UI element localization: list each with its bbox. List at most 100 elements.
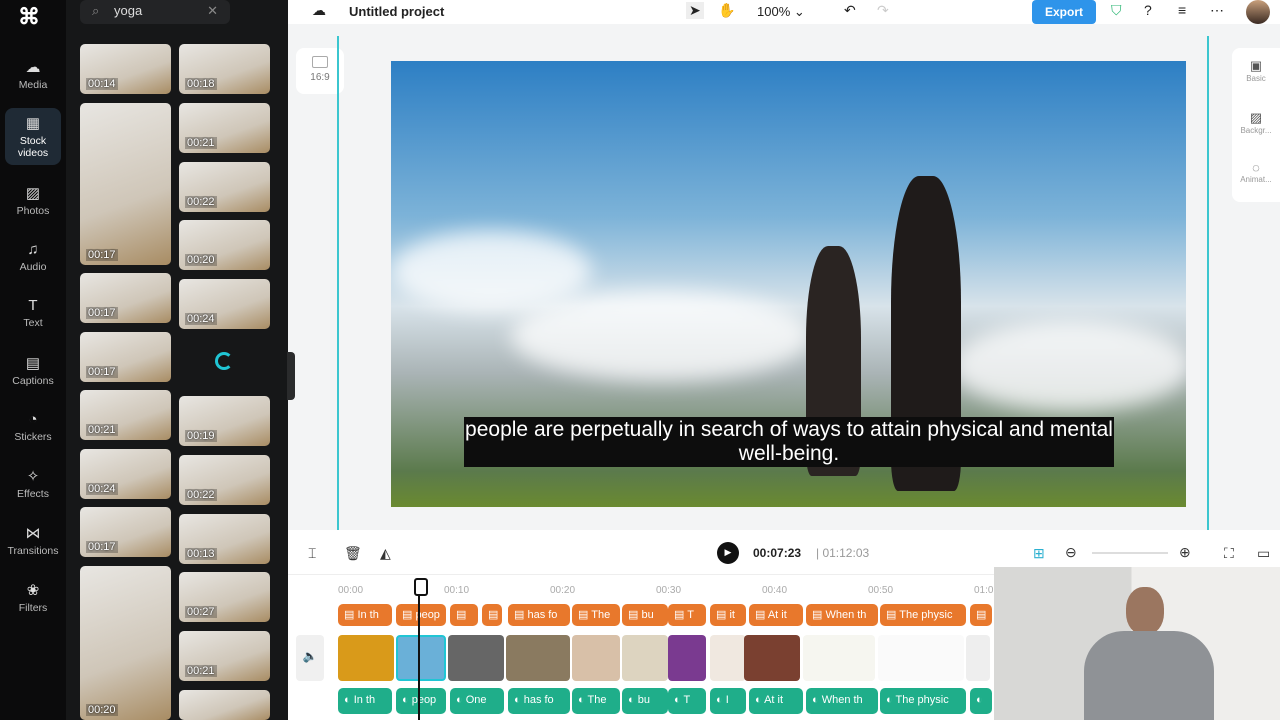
- zoom-slider[interactable]: [1092, 552, 1168, 554]
- zoom-dropdown[interactable]: 100% ⌄: [757, 4, 805, 20]
- caption-clip[interactable]: ▤ bu: [622, 604, 668, 626]
- zoom-out-icon[interactable]: ⊖: [1065, 544, 1077, 561]
- snap-icon[interactable]: ⊞: [1033, 545, 1045, 562]
- video-clip[interactable]: [506, 635, 570, 681]
- video-clip[interactable]: [878, 635, 964, 681]
- caption-clip[interactable]: ▤ In th: [338, 604, 392, 626]
- video-clip[interactable]: [710, 635, 746, 681]
- video-clip[interactable]: [744, 635, 800, 681]
- caption-clip[interactable]: ▤ it: [710, 604, 746, 626]
- fullscreen-icon[interactable]: ⛶: [1224, 545, 1234, 562]
- stock-video-thumbnail[interactable]: 00:13: [179, 514, 270, 564]
- video-clip[interactable]: [448, 635, 504, 681]
- stock-video-thumbnail[interactable]: 00:17: [80, 332, 171, 382]
- stock-video-thumbnail[interactable]: 00:17: [80, 273, 171, 323]
- stock-video-thumbnail[interactable]: [179, 690, 270, 720]
- basic-tab[interactable]: ▣ Basic: [1232, 58, 1280, 83]
- more-icon[interactable]: ⋯: [1210, 2, 1224, 19]
- video-clip[interactable]: [668, 635, 706, 681]
- stock-video-thumbnail[interactable]: 00:21: [179, 631, 270, 681]
- search-input[interactable]: ⌕ yoga ✕: [80, 0, 230, 24]
- zoom-in-icon[interactable]: ⊕: [1179, 544, 1191, 561]
- mute-track-button[interactable]: 🔈: [296, 635, 324, 681]
- preview-icon[interactable]: ▭: [1257, 545, 1270, 562]
- stock-video-thumbnail[interactable]: 00:24: [80, 449, 171, 499]
- audio-clip[interactable]: ◐ In th: [338, 688, 392, 714]
- nav-item-stickers[interactable]: ◔ Stickers: [5, 411, 61, 443]
- caption-clip[interactable]: ▤: [970, 604, 992, 626]
- help-icon[interactable]: ?: [1144, 2, 1152, 18]
- mirror-icon[interactable]: ◭: [380, 545, 391, 562]
- undo-icon[interactable]: ↶: [844, 2, 856, 19]
- caption-clip[interactable]: ▤: [450, 604, 478, 626]
- audio-clip[interactable]: ◐ When th: [806, 688, 878, 714]
- video-clip[interactable]: [572, 635, 620, 681]
- stock-video-thumbnail[interactable]: 00:27: [179, 572, 270, 622]
- audio-clip[interactable]: ◐ At it: [749, 688, 803, 714]
- collapse-panel-handle[interactable]: [287, 352, 295, 400]
- caption-clip[interactable]: ▤: [482, 604, 502, 626]
- video-clip[interactable]: [622, 635, 668, 681]
- caption-clip[interactable]: ▤ The: [572, 604, 620, 626]
- background-tab[interactable]: ▨ Backgr...: [1232, 110, 1280, 135]
- cloud-save-icon[interactable]: ☁: [312, 2, 326, 19]
- stock-video-thumbnail[interactable]: 00:22: [179, 455, 270, 505]
- stock-video-thumbnail[interactable]: 00:20: [179, 220, 270, 270]
- audio-clip[interactable]: ◐ T: [668, 688, 706, 714]
- audio-clip[interactable]: ◐ peop: [396, 688, 446, 714]
- audio-clip[interactable]: ◐ One: [450, 688, 504, 714]
- video-clip[interactable]: [396, 635, 446, 681]
- nav-item-text[interactable]: T Text: [5, 297, 61, 329]
- stock-video-thumbnail[interactable]: 00:20: [80, 566, 171, 720]
- delete-icon[interactable]: 🗑: [344, 545, 362, 562]
- audio-clip[interactable]: ◐: [970, 688, 992, 714]
- clear-search-icon[interactable]: ✕: [207, 3, 218, 19]
- caption-clip[interactable]: ▤ When th: [806, 604, 878, 626]
- caption-clip[interactable]: ▤ has fo: [508, 604, 570, 626]
- nav-item-effects[interactable]: ✧ Effects: [5, 467, 61, 500]
- nav-item-stock-videos[interactable]: ▦ Stock videos: [5, 108, 61, 165]
- audio-clip[interactable]: ◐ bu: [622, 688, 668, 714]
- nav-item-captions[interactable]: ▤ Captions: [5, 354, 61, 387]
- play-button[interactable]: ▶: [717, 542, 739, 564]
- caption-clip[interactable]: ▤ T: [668, 604, 706, 626]
- redo-icon[interactable]: ↷: [877, 2, 889, 19]
- stock-video-thumbnail[interactable]: 00:24: [179, 279, 270, 329]
- layers-icon[interactable]: ≡: [1178, 2, 1186, 18]
- stock-video-thumbnail[interactable]: 00:19: [179, 396, 270, 446]
- nav-item-audio[interactable]: ♫ Audio: [5, 241, 61, 273]
- stock-video-thumbnail[interactable]: 00:18: [179, 44, 270, 94]
- capcut-logo[interactable]: ⌘: [18, 4, 40, 30]
- time-tick: 00:50: [868, 585, 894, 596]
- caption-clip[interactable]: ▤ peop: [396, 604, 446, 626]
- stock-video-thumbnail[interactable]: 00:14: [80, 44, 171, 94]
- caption-clip[interactable]: ▤ The physic: [880, 604, 966, 626]
- playhead[interactable]: [414, 578, 428, 720]
- shield-icon[interactable]: ⛉: [1111, 2, 1122, 19]
- stock-video-thumbnail[interactable]: 00:21: [179, 103, 270, 153]
- video-clip[interactable]: [966, 635, 990, 681]
- nav-item-filters[interactable]: ❀ Filters: [5, 581, 61, 614]
- audio-clip[interactable]: ◐ The: [572, 688, 620, 714]
- audio-clip[interactable]: ◐ I: [710, 688, 746, 714]
- video-clip[interactable]: [338, 635, 394, 681]
- audio-clip[interactable]: ◐ has fo: [508, 688, 570, 714]
- stock-video-thumbnail[interactable]: 00:21: [80, 390, 171, 440]
- select-tool-icon[interactable]: ➤: [686, 2, 704, 19]
- hand-tool-icon[interactable]: ✋: [718, 2, 735, 19]
- stock-video-thumbnail[interactable]: 00:22: [179, 162, 270, 212]
- nav-item-photos[interactable]: ▨ Photos: [5, 184, 61, 217]
- project-title[interactable]: Untitled project: [349, 4, 444, 19]
- stock-video-thumbnail[interactable]: 00:17: [80, 103, 171, 265]
- animation-tab[interactable]: ◌ Animat...: [1232, 160, 1280, 184]
- split-icon[interactable]: ⌶: [308, 545, 316, 562]
- export-button[interactable]: Export: [1032, 0, 1096, 24]
- caption-clip[interactable]: ▤ At it: [749, 604, 803, 626]
- avatar[interactable]: [1246, 0, 1270, 24]
- audio-clip[interactable]: ◐ The physic: [880, 688, 966, 714]
- nav-item-transitions[interactable]: ⋈ Transitions: [5, 524, 61, 557]
- video-clip[interactable]: [803, 635, 875, 681]
- stock-video-thumbnail[interactable]: 00:17: [80, 507, 171, 557]
- nav-item-media[interactable]: ☁ Media: [5, 58, 61, 91]
- subtitle-caption[interactable]: people are perpetually in search of ways…: [464, 417, 1114, 467]
